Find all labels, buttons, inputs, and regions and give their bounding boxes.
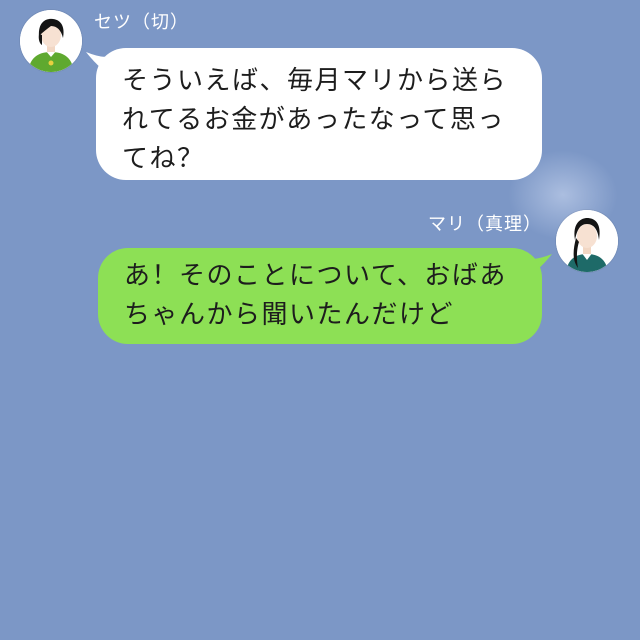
sender-name-setsu: セツ（切） [94,12,189,33]
message-bubble-mari[interactable]: あ！そのことについて、おばあちゃんから聞いたんだけど [98,248,542,344]
sender-name-mari: マリ（真理） [428,214,542,235]
woman-short-hair-icon [20,10,82,72]
message-bubble-setsu[interactable]: そういえば、毎月マリから送られてるお金があったなって思ってね？ [96,48,542,180]
mari-avatar[interactable] [556,210,618,272]
woman-long-hair-icon [556,210,618,272]
setsu-avatar[interactable] [20,10,82,72]
message-text-setsu: そういえば、毎月マリから送られてるお金があったなって思ってね？ [122,66,508,174]
message-text-mari: あ！そのことについて、おばあちゃんから聞いたんだけど [124,261,507,330]
